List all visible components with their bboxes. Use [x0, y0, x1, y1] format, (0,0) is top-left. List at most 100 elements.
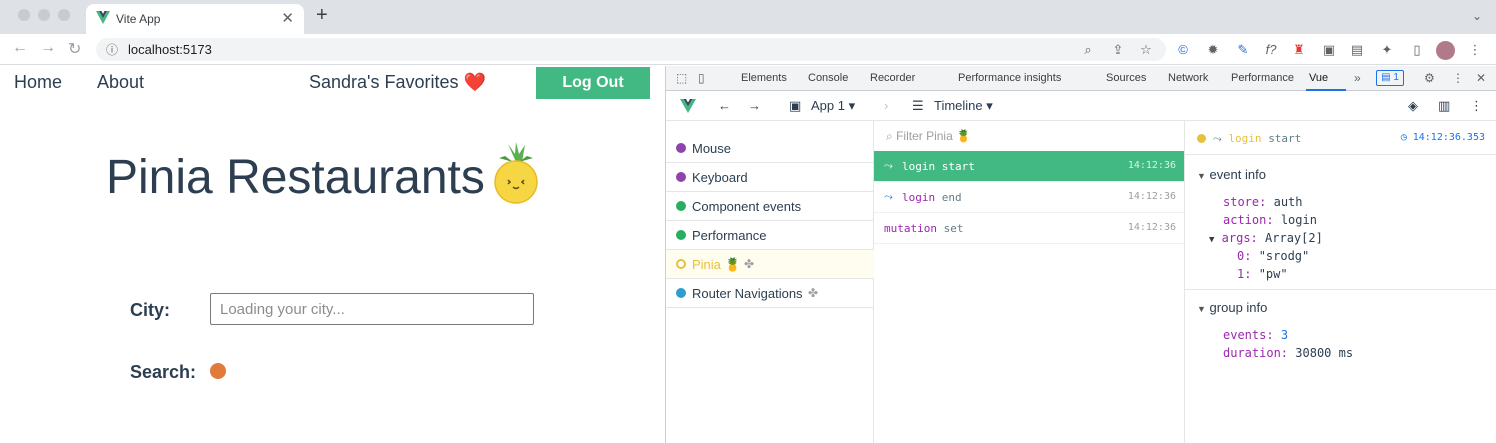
- group-info-section[interactable]: ▼ group info: [1197, 300, 1267, 315]
- back-arrow-icon[interactable]: ←: [12, 39, 28, 57]
- event-info-section[interactable]: ▼ event info: [1197, 167, 1266, 182]
- window-close-dot[interactable]: [18, 9, 30, 21]
- extension-notion-icon[interactable]: ▣: [1320, 41, 1338, 59]
- window-minimize-dot[interactable]: [38, 9, 50, 21]
- extension-c-icon[interactable]: ©: [1174, 41, 1192, 59]
- url-text[interactable]: localhost:5173: [128, 42, 212, 57]
- vue-logo-icon: [96, 11, 110, 24]
- clock-icon: ◷: [1400, 132, 1407, 143]
- store-row: store: auth: [1223, 195, 1303, 209]
- logout-button[interactable]: Log Out: [536, 67, 650, 99]
- clear-icon[interactable]: ▥: [1438, 98, 1450, 114]
- extensions-puzzle-icon[interactable]: ✦: [1378, 41, 1396, 59]
- devtools-close-icon[interactable]: ✕: [1476, 71, 1486, 85]
- layer-performance[interactable]: Performance: [666, 221, 874, 250]
- zoom-icon[interactable]: ⌕: [1079, 41, 1097, 59]
- extension-red-icon[interactable]: ♜: [1290, 41, 1308, 59]
- vue-logo-icon: [680, 99, 696, 113]
- browser-tab[interactable]: Vite App ✕: [86, 4, 304, 34]
- devtools-menu-icon[interactable]: ⋮: [1452, 71, 1464, 85]
- new-tab-icon[interactable]: +: [316, 4, 328, 27]
- tab-vue[interactable]: Vue: [1309, 72, 1328, 84]
- extension-pen-icon[interactable]: ✎: [1234, 41, 1252, 59]
- more-tabs-icon[interactable]: »: [1354, 71, 1361, 85]
- browser-toolbar: ← → ↻ ⓘ localhost:5173 ⌕ ⇪ ☆ © ✹ ✎ f? ♜ …: [0, 34, 1496, 65]
- layer-dot: [676, 259, 686, 269]
- tab-sources[interactable]: Sources: [1106, 72, 1146, 84]
- address-bar[interactable]: ⓘ localhost:5173: [96, 38, 1166, 61]
- event-type-icon: ⤳: [884, 159, 893, 172]
- extension-bug-icon[interactable]: ✹: [1204, 41, 1222, 59]
- site-info-icon[interactable]: ⓘ: [106, 41, 118, 58]
- layers-icon[interactable]: ◈: [1408, 98, 1418, 114]
- layer-dot: [676, 143, 686, 153]
- duration-row: duration: 30800 ms: [1223, 346, 1354, 360]
- forward-icon[interactable]: →: [748, 98, 761, 113]
- layer-dot: [676, 230, 686, 240]
- window-zoom-dot[interactable]: [58, 9, 70, 21]
- tab-search-chevron-icon[interactable]: ⌄: [1472, 9, 1482, 23]
- vue-devtools-toolbar: ← → ▣ App 1 ▾ › ☰ Timeline ▾ ◈ ▥ ⋮: [666, 91, 1496, 121]
- loading-spinner-icon: [210, 363, 226, 379]
- extension-fx-icon[interactable]: f?: [1262, 41, 1280, 59]
- nav-home-link[interactable]: Home: [14, 72, 62, 93]
- layer-label: Performance: [692, 228, 767, 243]
- event-name: login start: [902, 160, 975, 173]
- profile-avatar[interactable]: [1436, 41, 1455, 60]
- layer-mouse[interactable]: Mouse: [666, 134, 874, 163]
- share-icon[interactable]: ⇪: [1109, 41, 1127, 59]
- plugin-puzzle-icon: ✤: [744, 257, 755, 271]
- inspect-element-icon[interactable]: ⬚: [676, 71, 687, 85]
- city-label: City:: [130, 300, 170, 320]
- tab-elements[interactable]: Elements: [741, 72, 787, 84]
- settings-gear-icon[interactable]: ⚙: [1424, 71, 1435, 85]
- events-count-row: events: 3: [1223, 328, 1289, 342]
- layer-dot: [676, 172, 686, 182]
- back-icon[interactable]: ←: [718, 98, 731, 113]
- tab-close-icon[interactable]: ✕: [281, 9, 294, 27]
- heart-icon: ❤️: [463, 72, 486, 92]
- arg-0-row: 0: "srodg": [1237, 249, 1310, 263]
- bookmark-star-icon[interactable]: ☆: [1137, 41, 1155, 59]
- inspector-title: ⤳ login start: [1213, 132, 1302, 145]
- filter-input[interactable]: ⌕ Filter Pinia 🍍: [886, 129, 971, 144]
- city-input[interactable]: [210, 293, 534, 325]
- browser-menu-icon[interactable]: ⋮: [1466, 41, 1484, 59]
- pineapple-icon: [494, 142, 538, 204]
- timeline-events: ⌕ Filter Pinia 🍍 ⤳ login start 14:12:36 …: [874, 121, 1185, 443]
- app-selector-icon: ▣: [789, 98, 802, 113]
- nav-about-link[interactable]: About: [97, 72, 144, 93]
- tab-console[interactable]: Console: [808, 72, 848, 84]
- reload-icon[interactable]: ↻: [68, 39, 81, 59]
- side-panel-icon[interactable]: ▯: [1408, 41, 1426, 59]
- layer-label: Keyboard: [692, 170, 748, 185]
- tab-network[interactable]: Network: [1168, 72, 1208, 84]
- layer-component-events[interactable]: Component events: [666, 192, 874, 221]
- event-row[interactable]: mutation set 14:12:36: [874, 213, 1184, 244]
- tab-recorder[interactable]: Recorder: [870, 72, 915, 84]
- layer-keyboard[interactable]: Keyboard: [666, 163, 874, 192]
- layer-router-navigations[interactable]: Router Navigations ✤: [666, 279, 874, 308]
- layer-label: Component events: [692, 199, 802, 214]
- app-selector[interactable]: App 1 ▾: [811, 98, 855, 114]
- tab-performance[interactable]: Performance: [1231, 72, 1294, 84]
- timeline-layers: Mouse Keyboard Component events Performa…: [666, 121, 874, 443]
- tab-performance-insights[interactable]: Performance insights: [958, 72, 1061, 84]
- extension-window-icon[interactable]: ▤: [1348, 41, 1366, 59]
- favorites-title[interactable]: Sandra's Favorites ❤️: [309, 72, 486, 93]
- issues-badge[interactable]: ▤ 1: [1376, 70, 1404, 86]
- layer-pinia[interactable]: Pinia 🍍 ✤: [666, 250, 874, 279]
- vue-menu-icon[interactable]: ⋮: [1470, 98, 1483, 114]
- args-row[interactable]: ▼ args: Array[2]: [1209, 231, 1323, 245]
- page-title: Pinia Restaurants: [106, 151, 485, 204]
- section-divider: [1185, 289, 1496, 290]
- event-type-icon: ⤳: [884, 190, 893, 203]
- layer-label: Router Navigations: [692, 286, 803, 301]
- forward-arrow-icon[interactable]: →: [40, 39, 56, 57]
- event-row[interactable]: ⤳ login end 14:12:36: [874, 182, 1184, 213]
- view-selector[interactable]: Timeline ▾: [934, 98, 993, 114]
- search-label: Search:: [130, 362, 197, 382]
- event-row[interactable]: ⤳ login start 14:12:36: [874, 151, 1184, 182]
- device-toolbar-icon[interactable]: ▯: [698, 71, 705, 85]
- event-time: 14:12:36: [1127, 191, 1176, 202]
